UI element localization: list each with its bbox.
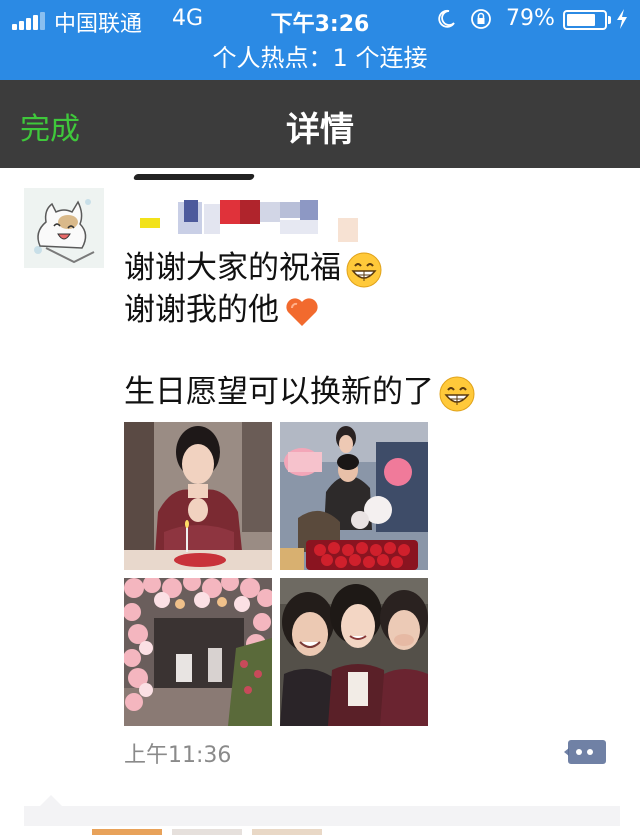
charging-bolt-icon [617,9,627,29]
comment-area-arrow [40,795,62,806]
battery-percent: 79% [506,6,555,31]
photo-three-friends[interactable] [280,578,428,726]
avatar[interactable] [24,188,104,268]
battery-icon [563,10,607,30]
post-line-3-text: 生日愿望可以换新的了 [124,374,434,410]
post-line-2-text: 谢谢我的他 [124,292,279,328]
post-line-1-text: 谢谢大家的祝福 [124,250,341,286]
comment-icon[interactable] [564,736,608,768]
grin-emoji-icon [346,252,382,287]
page-title: 详情 [286,110,354,150]
status-row: 中国联通 4G 下午3:26 79% [0,0,640,40]
cartoon-cat-avatar-icon [24,188,104,268]
status-bar: 中国联通 4G 下午3:26 79% 个人热点：1 个连接 [0,0,640,80]
photo-birthday-candle[interactable] [124,422,272,570]
photo-couple-roses[interactable] [280,422,428,570]
post-text-line-2: 谢谢我的他 [124,284,321,331]
battery-tip [608,16,611,24]
photo-balloon-party[interactable] [124,578,272,726]
rotation-lock-icon [471,9,491,29]
nav-bar: 完成 详情 [0,80,640,168]
post-timestamp: 上午11:36 [124,743,232,768]
username-mosaic[interactable] [132,174,374,244]
post-text-line-1: 谢谢大家的祝福 [124,242,383,289]
moon-icon [438,9,455,28]
post-text-line-3: 生日愿望可以换新的了 [124,366,476,413]
hotspot-banner[interactable]: 个人热点：1 个连接 [0,40,640,76]
orange-heart-icon [286,297,318,326]
grin-emoji-icon [439,376,475,411]
liker-avatars-strip[interactable] [92,820,332,835]
